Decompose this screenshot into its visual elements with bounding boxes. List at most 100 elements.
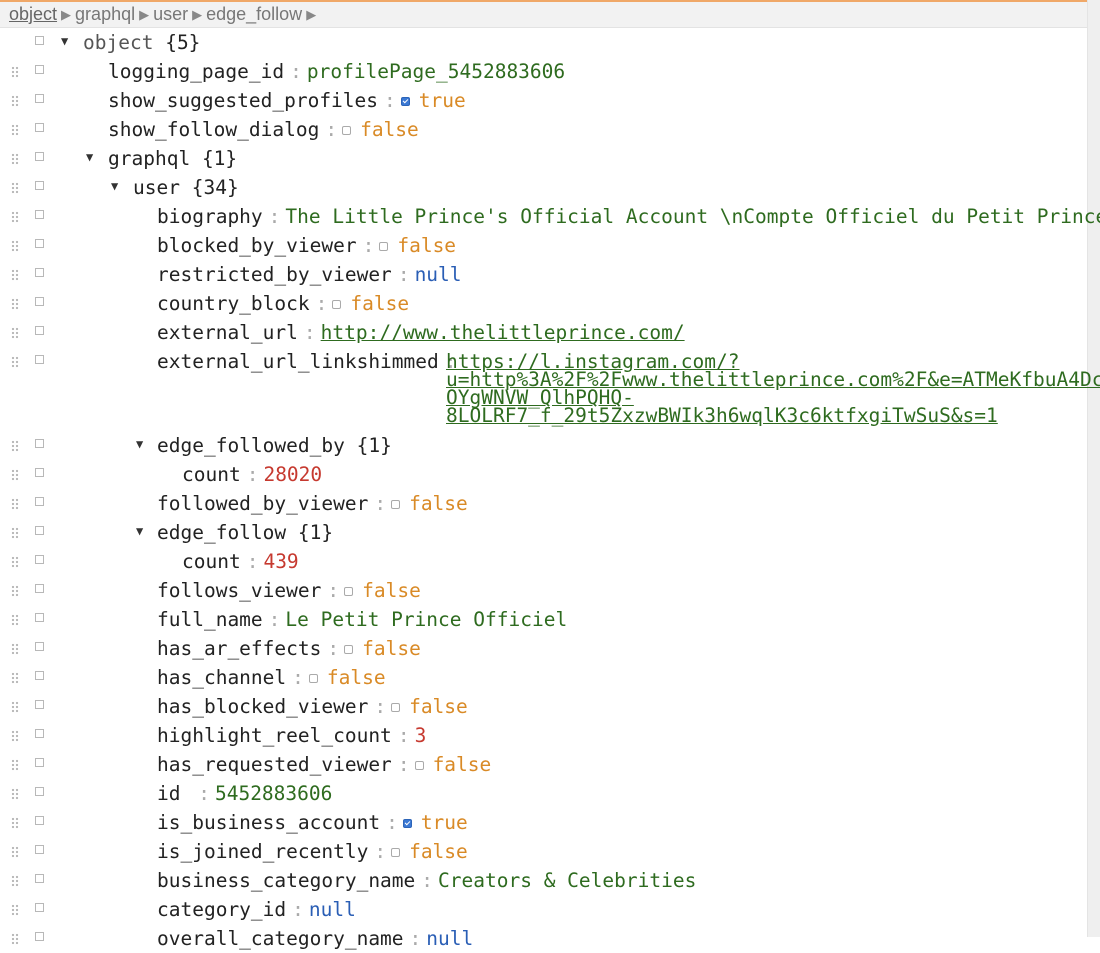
boolean-checkbox-icon[interactable] — [391, 703, 401, 712]
tree-row-logging-page-id[interactable]: logging_page_id: profilePage_5452883606 — [0, 57, 1088, 86]
drag-handle-icon[interactable] — [11, 498, 19, 510]
expand-triangle-icon[interactable]: ▼ — [86, 144, 93, 171]
drag-handle-icon[interactable] — [11, 66, 19, 78]
drag-handle-icon[interactable] — [11, 643, 19, 655]
breadcrumb-user[interactable]: user — [153, 4, 188, 24]
tree-row-edge-follow-count[interactable]: count:439 — [0, 547, 1088, 576]
boolean-checkbox-icon[interactable] — [342, 126, 352, 135]
row-select-checkbox[interactable] — [35, 526, 44, 535]
node-value[interactable]: false — [350, 292, 409, 315]
row-select-checkbox[interactable] — [35, 439, 44, 448]
row-select-checkbox[interactable] — [35, 268, 44, 277]
tree-row-category-id[interactable]: category_id: null — [0, 895, 1088, 924]
drag-handle-icon[interactable] — [11, 327, 19, 339]
row-select-checkbox[interactable] — [35, 468, 44, 477]
boolean-checkbox-icon[interactable] — [400, 97, 410, 106]
boolean-checkbox-icon[interactable] — [414, 761, 424, 770]
drag-handle-icon[interactable] — [11, 846, 19, 858]
tree-row-is-joined-recently[interactable]: is_joined_recently: false — [0, 837, 1088, 866]
tree-row-user[interactable]: ▼ user {34} — [0, 173, 1088, 202]
node-value[interactable]: 439 — [263, 550, 298, 573]
tree-row-edge-followed-by-count[interactable]: count:28020 — [0, 460, 1088, 489]
tree-row-edge-follow[interactable]: ▼ edge_follow {1} — [0, 518, 1088, 547]
node-value[interactable]: false — [409, 695, 468, 718]
node-value[interactable]: false — [409, 492, 468, 515]
drag-handle-icon[interactable] — [11, 440, 19, 452]
tree-row-graphql[interactable]: ▼ graphql {1} — [0, 144, 1088, 173]
drag-handle-icon[interactable] — [11, 211, 19, 223]
node-value[interactable]: 5452883606 — [215, 782, 332, 805]
boolean-checkbox-icon[interactable] — [391, 848, 401, 857]
row-select-checkbox[interactable] — [35, 758, 44, 767]
row-select-checkbox[interactable] — [35, 326, 44, 335]
node-value[interactable]: null — [426, 927, 473, 950]
drag-handle-icon[interactable] — [11, 585, 19, 597]
tree-row-root[interactable]: ▼ object {5} — [0, 28, 1088, 57]
node-value[interactable]: 3 — [415, 724, 427, 747]
tree-row-country-block[interactable]: country_block: false — [0, 289, 1088, 318]
node-value[interactable]: Le Petit Prince Officiel — [285, 608, 567, 631]
vertical-scrollbar[interactable] — [1087, 0, 1100, 937]
drag-handle-icon[interactable] — [11, 182, 19, 194]
row-select-checkbox[interactable] — [35, 497, 44, 506]
row-select-checkbox[interactable] — [35, 355, 44, 364]
node-value[interactable]: true — [419, 89, 466, 112]
drag-handle-icon[interactable] — [11, 269, 19, 281]
tree-row-has-ar-effects[interactable]: has_ar_effects: false — [0, 634, 1088, 663]
drag-handle-icon[interactable] — [11, 124, 19, 136]
boolean-checkbox-icon[interactable] — [402, 819, 412, 828]
tree-row-show-follow-dialog[interactable]: show_follow_dialog: false — [0, 115, 1088, 144]
node-value[interactable]: false — [362, 637, 421, 660]
tree-row-has-blocked-viewer[interactable]: has_blocked_viewer: false — [0, 692, 1088, 721]
row-select-checkbox[interactable] — [35, 297, 44, 306]
node-value[interactable]: false — [327, 666, 386, 689]
tree-row-external-url[interactable]: external_url: http://www.thelittleprince.… — [0, 318, 1088, 347]
tree-row-overall-category-name[interactable]: overall_category_name: null — [0, 924, 1088, 953]
row-select-checkbox[interactable] — [35, 152, 44, 161]
row-select-checkbox[interactable] — [35, 903, 44, 912]
breadcrumb-edge-follow[interactable]: edge_follow — [206, 4, 302, 24]
boolean-checkbox-icon[interactable] — [391, 500, 401, 509]
row-select-checkbox[interactable] — [35, 874, 44, 883]
url-link[interactable]: https://l.instagram.com/? u=http%3A%2F%2… — [446, 347, 1100, 426]
breadcrumb-graphql[interactable]: graphql — [75, 4, 135, 24]
expand-triangle-icon[interactable]: ▼ — [136, 518, 143, 545]
url-link[interactable]: http://www.thelittleprince.com/ — [321, 321, 685, 344]
node-value[interactable]: false — [397, 234, 456, 257]
node-value[interactable]: false — [362, 579, 421, 602]
drag-handle-icon[interactable] — [11, 817, 19, 829]
tree-row-biography[interactable]: biography: The Little Prince's Official A… — [0, 202, 1100, 231]
url-link-line[interactable]: 8LOLRF7_f_29t5ZxzwBWIk3h6wqlK3c6ktfxgiTw… — [446, 406, 1100, 426]
node-value[interactable]: The Little Prince's Official Account \nC… — [285, 205, 1100, 228]
node-value[interactable]: 28020 — [263, 463, 322, 486]
expand-triangle-icon[interactable]: ▼ — [61, 28, 68, 55]
row-select-checkbox[interactable] — [35, 65, 44, 74]
drag-handle-icon[interactable] — [11, 614, 19, 626]
node-value[interactable]: false — [433, 753, 492, 776]
row-select-checkbox[interactable] — [35, 700, 44, 709]
drag-handle-icon[interactable] — [11, 730, 19, 742]
drag-handle-icon[interactable] — [11, 759, 19, 771]
node-value[interactable]: Creators & Celebrities — [438, 869, 696, 892]
node-value[interactable]: null — [415, 263, 462, 286]
boolean-checkbox-icon[interactable] — [344, 587, 354, 596]
row-select-checkbox[interactable] — [35, 181, 44, 190]
tree-row-external-url-linkshimmed[interactable]: external_url_linkshimmed: https://l.inst… — [0, 347, 1100, 432]
drag-handle-icon[interactable] — [11, 672, 19, 684]
drag-handle-icon[interactable] — [11, 240, 19, 252]
drag-handle-icon[interactable] — [11, 95, 19, 107]
tree-row-full-name[interactable]: full_name: Le Petit Prince Officiel — [0, 605, 1088, 634]
drag-handle-icon[interactable] — [11, 356, 19, 368]
drag-handle-icon[interactable] — [11, 933, 19, 945]
row-select-checkbox[interactable] — [35, 613, 44, 622]
tree-row-id[interactable]: id :5452883606 — [0, 779, 1088, 808]
tree-row-has-requested-viewer[interactable]: has_requested_viewer: false — [0, 750, 1088, 779]
breadcrumb-object[interactable]: object — [9, 4, 57, 24]
row-select-checkbox[interactable] — [35, 642, 44, 651]
tree-row-followed-by-viewer[interactable]: followed_by_viewer: false — [0, 489, 1088, 518]
tree-row-edge-followed-by[interactable]: ▼ edge_followed_by {1} — [0, 431, 1088, 460]
tree-row-show-suggested-profiles[interactable]: show_suggested_profiles: true — [0, 86, 1088, 115]
row-select-checkbox[interactable] — [35, 94, 44, 103]
boolean-checkbox-icon[interactable] — [308, 674, 318, 683]
node-value[interactable]: true — [421, 811, 468, 834]
